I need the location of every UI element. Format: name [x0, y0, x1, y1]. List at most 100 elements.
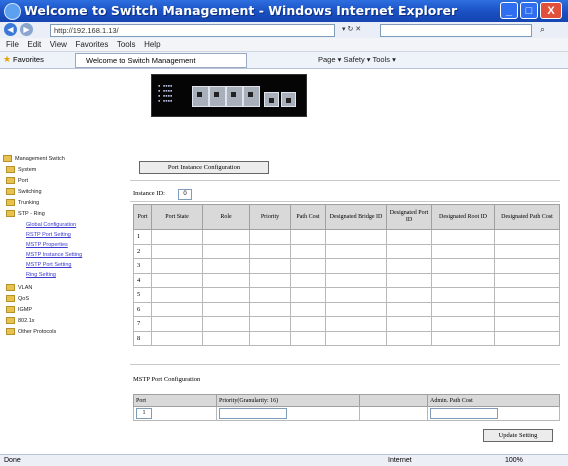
sidebar-item-mstp-port[interactable]: MSTP Port Setting	[26, 262, 71, 268]
internet-zone: Internet	[388, 457, 412, 464]
port-cell: 4	[133, 272, 152, 288]
sidebar-item-stp-ring[interactable]: STP - Ring	[6, 210, 45, 217]
port-select[interactable]: 1	[136, 408, 152, 419]
divider	[130, 201, 560, 202]
close-button[interactable]: X	[540, 2, 562, 19]
sidebar-item-mstp-properties[interactable]: MSTP Properties	[26, 242, 68, 248]
sidebar-item-port[interactable]: Port	[6, 177, 28, 184]
folder-icon	[6, 306, 15, 313]
port-cell: 7	[133, 316, 152, 332]
table-row: 5	[133, 287, 560, 303]
table-row: 6	[133, 301, 560, 317]
address-input[interactable]: http://192.168.1.13/	[50, 24, 335, 37]
port-icon	[243, 86, 260, 107]
port-icon	[264, 92, 279, 107]
favorites-button[interactable]: Favorites	[13, 55, 44, 64]
folder-icon	[6, 295, 15, 302]
sidebar-tree: Management Switch System Port Switching …	[0, 154, 108, 454]
sidebar-item-trunking[interactable]: Trunking	[6, 199, 39, 206]
star-icon[interactable]: ★	[3, 54, 11, 65]
divider	[130, 180, 560, 181]
refresh-icon[interactable]: ▾ ↻ ✕	[342, 25, 361, 33]
column-header: Designated Port ID	[386, 204, 432, 230]
column-header: Role	[202, 204, 250, 230]
back-icon[interactable]: ◀	[4, 23, 17, 36]
column-header: Priority(Granularity: 16)	[216, 394, 360, 407]
port-cell: 5	[133, 287, 152, 303]
column-header: Path Cost	[290, 204, 326, 230]
column-header	[359, 394, 428, 407]
mstp-port-config-title: MSTP Port Configuration	[133, 376, 201, 383]
folder-icon	[6, 328, 15, 335]
table-row: 2	[133, 243, 560, 259]
search-icon[interactable]: ⌕	[540, 24, 545, 35]
command-bar[interactable]: Page ▾ Safety ▾ Tools ▾	[318, 55, 396, 64]
instance-id-select[interactable]: 0	[178, 189, 192, 200]
table-row: 3	[133, 258, 560, 274]
table-row: 1	[133, 229, 560, 245]
sidebar-item-rstp-port[interactable]: RSTP Port Setting	[26, 232, 71, 238]
forward-icon[interactable]: ▶	[20, 23, 33, 36]
column-header: Designated Path Cost	[494, 204, 560, 230]
browser-tab[interactable]: Welcome to Switch Management	[75, 53, 247, 68]
menu-bar: File Edit View Favorites Tools Help	[0, 38, 568, 52]
table-row: 7	[133, 316, 560, 332]
folder-icon	[6, 284, 15, 291]
mstp-port-config-table: Port Priority(Granularity: 16) Admin. Pa…	[133, 394, 560, 421]
window-title-bar: Welcome to Switch Management - Windows I…	[0, 0, 568, 22]
address-toolbar: ◀ ▶ http://192.168.1.13/ ▾ ↻ ✕ ⌕	[0, 22, 568, 39]
port-icon	[192, 86, 209, 107]
port-icon	[209, 86, 226, 107]
column-header: Port State	[151, 204, 203, 230]
window-title: Welcome to Switch Management - Windows I…	[24, 3, 458, 18]
folder-icon	[3, 155, 12, 162]
ie-logo-icon	[4, 3, 21, 20]
port-cell: 2	[133, 243, 152, 259]
menu-favorites[interactable]: Favorites	[75, 38, 108, 51]
sidebar-item-global-config[interactable]: Global Configuration	[26, 222, 76, 228]
table-row: 1	[133, 406, 560, 421]
sidebar-item-other-protocols[interactable]: Other Protocols	[6, 328, 56, 335]
sidebar-item-igmp[interactable]: IGMP	[6, 306, 32, 313]
port-status-table: Port Port State Role Priority Path Cost …	[133, 204, 560, 346]
sidebar-item-qos[interactable]: QoS	[6, 295, 29, 302]
folder-icon	[6, 210, 15, 217]
search-input[interactable]	[380, 24, 532, 37]
port-instance-config-button[interactable]: Port Instance Configuration	[139, 161, 269, 174]
table-row: 4	[133, 272, 560, 288]
status-bar: Done Internet 100%	[0, 454, 568, 466]
menu-edit[interactable]: Edit	[27, 38, 41, 51]
menu-tools[interactable]: Tools	[117, 38, 136, 51]
port-icon	[281, 92, 296, 107]
column-header: Port	[133, 204, 152, 230]
port-cell: 8	[133, 330, 152, 346]
divider	[130, 364, 560, 365]
sidebar-item-ring-setting[interactable]: Ring Setting	[26, 272, 56, 278]
folder-icon	[6, 317, 15, 324]
sidebar-item-root[interactable]: Management Switch	[3, 155, 65, 162]
port-icon	[226, 86, 243, 107]
sidebar-item-8021x[interactable]: 802.1x	[6, 317, 35, 324]
column-header: Designated Bridge ID	[325, 204, 387, 230]
menu-view[interactable]: View	[50, 38, 67, 51]
status-text: Done	[4, 457, 21, 464]
admin-path-cost-input[interactable]	[430, 408, 498, 419]
menu-file[interactable]: File	[6, 38, 19, 51]
port-cell: 1	[133, 229, 152, 245]
folder-icon	[6, 188, 15, 195]
sidebar-item-vlan[interactable]: VLAN	[6, 284, 32, 291]
sidebar-item-system[interactable]: System	[6, 166, 36, 173]
minimize-button[interactable]: _	[500, 2, 518, 19]
menu-help[interactable]: Help	[144, 38, 160, 51]
port-cell: 3	[133, 258, 152, 274]
zoom-level[interactable]: 100%	[505, 455, 523, 466]
priority-input[interactable]	[219, 408, 287, 419]
sidebar-item-mstp-instance[interactable]: MSTP Instance Setting	[26, 252, 82, 258]
sidebar-item-switching[interactable]: Switching	[6, 188, 42, 195]
table-row: 8	[133, 330, 560, 346]
favorites-bar: ★ Favorites Welcome to Switch Management…	[0, 52, 568, 69]
page-header: ▪ ▪▪▪▪ ▪ ▪▪▪▪ ▪ ▪▪▪▪ ▪ ▪▪▪▪	[0, 69, 568, 154]
maximize-button[interactable]: □	[520, 2, 538, 19]
folder-icon	[6, 199, 15, 206]
update-setting-button[interactable]: Update Setting	[483, 429, 553, 442]
